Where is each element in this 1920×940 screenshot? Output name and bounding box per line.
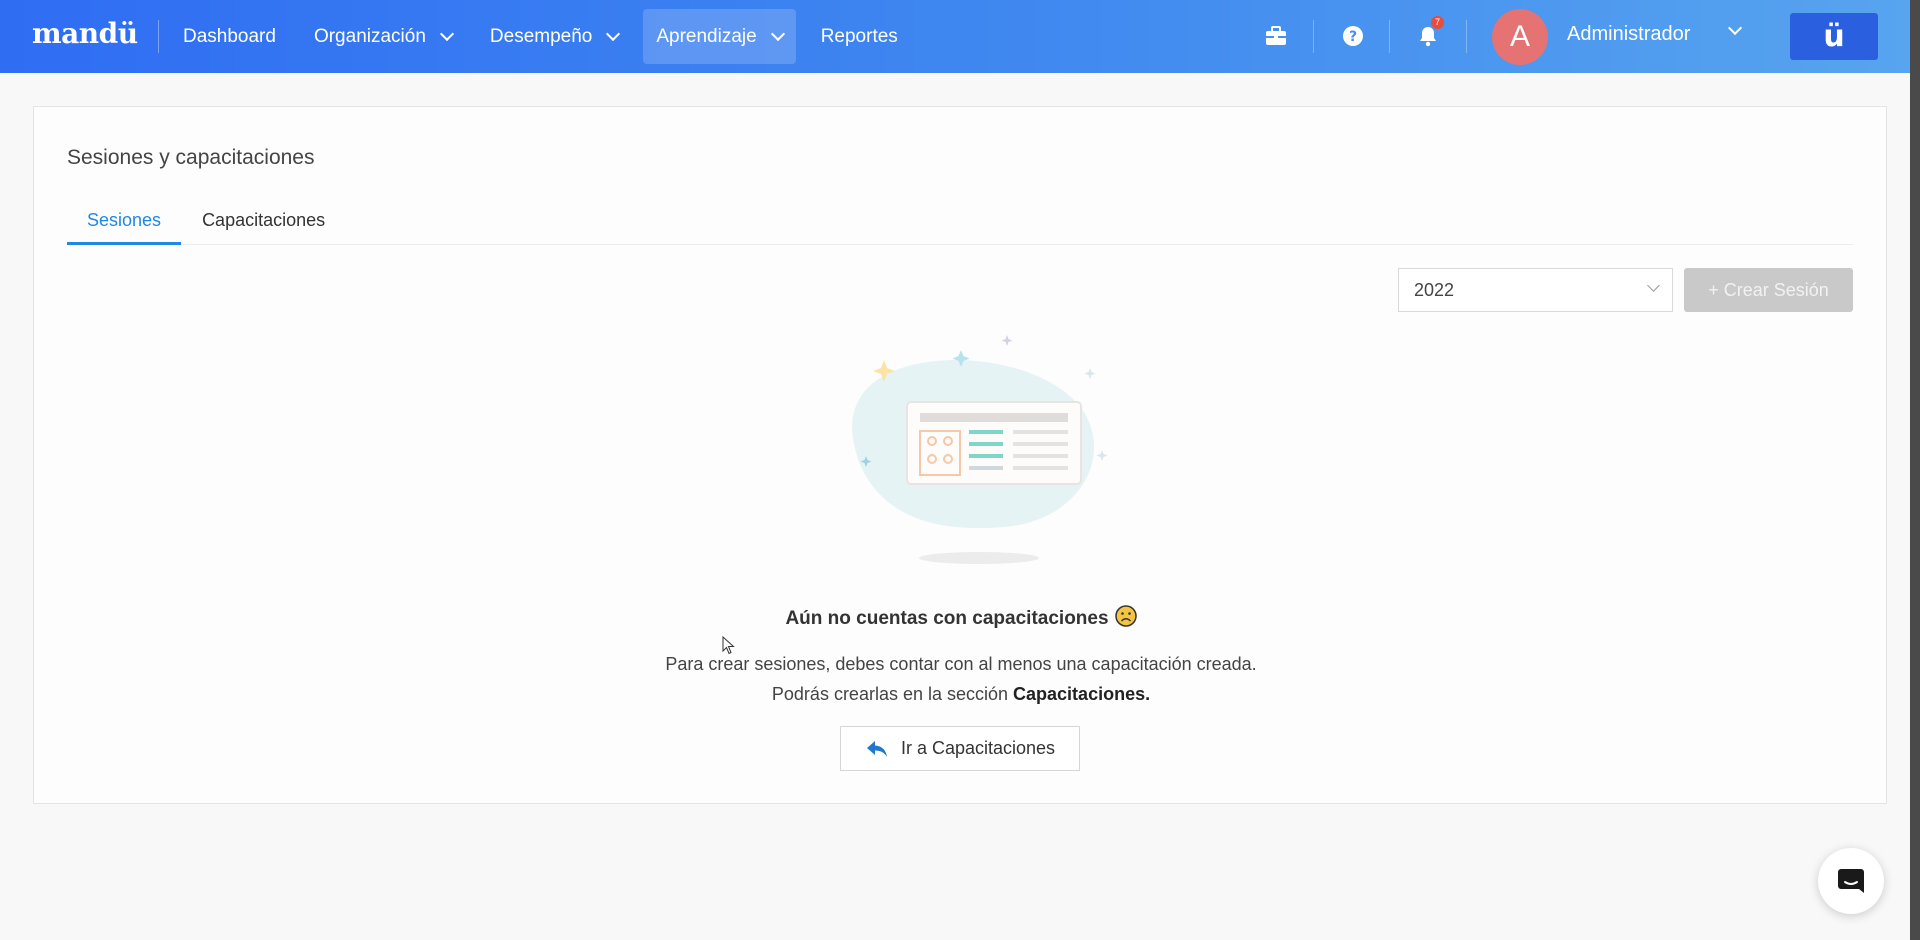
top-navbar: mandü Dashboard Organización Desempeño A…	[0, 0, 1910, 73]
chat-icon	[1838, 869, 1864, 893]
empty-state-description: Para crear sesiones, debes contar con al…	[34, 649, 1888, 709]
nav-label: Desempeño	[489, 25, 593, 47]
reply-arrow-icon	[866, 740, 887, 757]
chevron-down-icon	[606, 26, 621, 41]
chevron-down-icon	[1647, 279, 1660, 292]
sad-face-icon	[1114, 605, 1137, 627]
empty-state-title: Aún no cuentas con capacitaciones	[34, 605, 1888, 630]
nav-label: Reportes	[820, 25, 898, 47]
tab-bar: Sesiones Capacitaciones	[67, 200, 1853, 245]
tab-sesiones[interactable]: Sesiones	[67, 200, 182, 245]
nav-label: Dashboard	[183, 25, 276, 47]
empty-state-line1: Para crear sesiones, debes contar con al…	[665, 654, 1257, 674]
chevron-down-icon	[770, 26, 785, 41]
go-button-label: Ir a Capacitaciones	[900, 738, 1056, 758]
nav-item-desempeno[interactable]: Desempeño	[477, 9, 631, 64]
chat-launcher-button[interactable]	[1818, 848, 1884, 914]
page-title: Sesiones y capacitaciones	[67, 146, 315, 169]
briefcase-icon[interactable]	[1261, 21, 1291, 51]
empty-state-line2: Podrás crearlas en la sección Capacitaci…	[34, 679, 1888, 709]
nav-item-organizacion[interactable]: Organización	[301, 9, 465, 64]
user-name[interactable]: Administrador	[1567, 23, 1690, 46]
nav-label: Aprendizaje	[656, 25, 757, 47]
toolbar-divider	[1313, 20, 1314, 53]
tab-capacitaciones[interactable]: Capacitaciones	[181, 200, 346, 245]
nav-label: Organización	[313, 25, 426, 47]
nav-item-aprendizaje[interactable]: Aprendizaje	[643, 9, 796, 64]
brand-button[interactable]: ü	[1790, 13, 1878, 60]
nav-item-dashboard[interactable]: Dashboard	[170, 9, 289, 64]
empty-state-line2-prefix: Podrás crearlas en la sección	[771, 684, 1014, 704]
toolbar-divider	[1389, 20, 1390, 53]
nav-divider	[158, 20, 159, 53]
chevron-down-icon[interactable]	[1727, 20, 1743, 36]
nav-item-reportes[interactable]: Reportes	[808, 9, 911, 64]
create-session-button[interactable]: + Crear Sesión	[1684, 268, 1853, 312]
empty-state-illustration	[852, 335, 1108, 564]
chevron-down-icon	[439, 26, 454, 41]
logo[interactable]: mandü	[32, 17, 138, 50]
svg-text:?: ?	[1349, 29, 1357, 45]
notification-badge: 7	[1431, 16, 1444, 29]
toolbar-divider	[1466, 20, 1467, 53]
avatar[interactable]: A	[1492, 9, 1548, 65]
main-nav: Dashboard Organización Desempeño Aprendi…	[170, 9, 923, 64]
go-to-capacitaciones-button[interactable]: Ir a Capacitaciones	[840, 726, 1080, 771]
empty-state-title-text: Aún no cuentas con capacitaciones	[785, 608, 1109, 629]
empty-state-line2-bold: Capacitaciones.	[1013, 684, 1151, 704]
mouse-cursor-icon	[722, 636, 735, 655]
help-icon[interactable]: ?	[1338, 21, 1368, 51]
bell-icon[interactable]: 7	[1413, 16, 1444, 51]
scrollbar[interactable]	[1910, 0, 1920, 940]
main-card: Sesiones y capacitaciones Sesiones Capac…	[33, 106, 1887, 804]
year-select[interactable]: 2022	[1398, 268, 1673, 312]
year-select-value: 2022	[1414, 280, 1455, 300]
